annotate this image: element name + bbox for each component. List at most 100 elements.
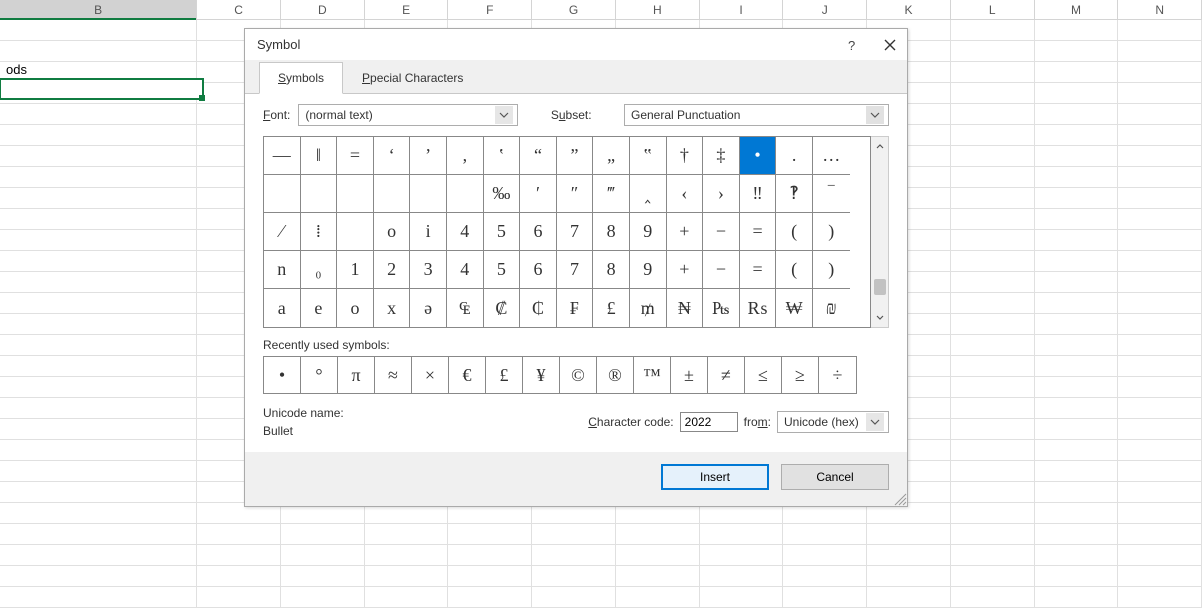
cell[interactable]: [0, 251, 197, 272]
cell[interactable]: [0, 377, 197, 398]
cell[interactable]: [1118, 377, 1202, 398]
cell[interactable]: [1035, 566, 1119, 587]
cell[interactable]: [1118, 230, 1202, 251]
column-header-k[interactable]: K: [867, 0, 951, 19]
help-icon[interactable]: ?: [845, 38, 859, 52]
cell[interactable]: [951, 230, 1035, 251]
cell[interactable]: [783, 587, 867, 608]
symbol-cell[interactable]: ₡: [484, 289, 521, 327]
cell[interactable]: [1035, 272, 1119, 293]
symbol-cell[interactable]: 5: [484, 251, 521, 289]
symbol-cell[interactable]: [264, 175, 301, 213]
cell[interactable]: [448, 566, 532, 587]
cell[interactable]: [281, 566, 365, 587]
cell[interactable]: [1118, 188, 1202, 209]
symbol-cell[interactable]: ―: [264, 137, 301, 175]
symbol-cell[interactable]: 7: [557, 251, 594, 289]
cell[interactable]: [1118, 83, 1202, 104]
cell[interactable]: [1035, 524, 1119, 545]
cell[interactable]: [783, 545, 867, 566]
cell[interactable]: [448, 587, 532, 608]
column-header-d[interactable]: D: [281, 0, 365, 19]
cell[interactable]: [1118, 440, 1202, 461]
cell[interactable]: [700, 587, 784, 608]
recent-symbol-cell[interactable]: π: [338, 357, 375, 393]
symbol-cell[interactable]: 4: [447, 213, 484, 251]
cell[interactable]: [365, 524, 449, 545]
symbol-cell[interactable]: ₀: [301, 251, 338, 289]
symbol-cell[interactable]: ₩: [776, 289, 813, 327]
cell[interactable]: [1035, 314, 1119, 335]
cell[interactable]: [0, 188, 197, 209]
symbol-cell[interactable]: ₨: [740, 289, 777, 327]
cell[interactable]: [1118, 587, 1202, 608]
column-header-b[interactable]: B: [0, 0, 197, 19]
cell[interactable]: [532, 524, 616, 545]
symbol-cell[interactable]: o: [337, 289, 374, 327]
charcode-input[interactable]: [680, 412, 738, 432]
symbol-cell[interactable]: ₪: [813, 289, 850, 327]
cell[interactable]: [0, 20, 197, 41]
cell[interactable]: [1118, 62, 1202, 83]
cell[interactable]: [0, 545, 197, 566]
cell[interactable]: [1035, 146, 1119, 167]
recent-symbol-cell[interactable]: £: [486, 357, 523, 393]
tab-special-characters[interactable]: Ppecial Characters: [343, 62, 482, 94]
symbol-cell[interactable]: ): [813, 251, 850, 289]
cell[interactable]: [951, 503, 1035, 524]
cell[interactable]: [1035, 482, 1119, 503]
cell[interactable]: [448, 524, 532, 545]
cell[interactable]: [1035, 461, 1119, 482]
cell[interactable]: [1035, 398, 1119, 419]
cell[interactable]: [532, 566, 616, 587]
symbol-cell[interactable]: ə: [410, 289, 447, 327]
symbol-cell[interactable]: ₧: [703, 289, 740, 327]
cell[interactable]: [0, 146, 197, 167]
symbol-cell[interactable]: 6: [520, 213, 557, 251]
cell[interactable]: [0, 41, 197, 62]
cell[interactable]: [1118, 167, 1202, 188]
symbol-cell[interactable]: [410, 175, 447, 213]
symbol-cell[interactable]: −: [703, 213, 740, 251]
cell[interactable]: [951, 188, 1035, 209]
cell[interactable]: [951, 62, 1035, 83]
cell[interactable]: [700, 524, 784, 545]
cell[interactable]: [700, 566, 784, 587]
symbol-cell[interactable]: †: [667, 137, 704, 175]
cell[interactable]: [951, 524, 1035, 545]
cell[interactable]: [1118, 209, 1202, 230]
symbol-cell[interactable]: ₣: [557, 289, 594, 327]
recent-symbol-cell[interactable]: ÷: [819, 357, 856, 393]
cell[interactable]: [1035, 293, 1119, 314]
symbol-cell[interactable]: ⁄: [264, 213, 301, 251]
symbol-cell[interactable]: 7: [557, 213, 594, 251]
cell[interactable]: [951, 566, 1035, 587]
cell[interactable]: [867, 524, 951, 545]
column-header-h[interactable]: H: [616, 0, 700, 19]
cell[interactable]: [1118, 356, 1202, 377]
cell[interactable]: [0, 503, 197, 524]
cell[interactable]: [1035, 251, 1119, 272]
symbol-cell[interactable]: •: [740, 137, 777, 175]
cell[interactable]: [0, 419, 197, 440]
cell[interactable]: [0, 335, 197, 356]
column-header-f[interactable]: F: [448, 0, 532, 19]
cell[interactable]: [1035, 230, 1119, 251]
cell[interactable]: [281, 545, 365, 566]
cell[interactable]: [0, 125, 197, 146]
column-header-i[interactable]: I: [700, 0, 784, 19]
recent-symbol-cell[interactable]: ¥: [523, 357, 560, 393]
symbol-cell[interactable]: =: [337, 137, 374, 175]
column-header-m[interactable]: M: [1035, 0, 1119, 19]
symbol-cell[interactable]: 4: [447, 251, 484, 289]
cell[interactable]: [0, 356, 197, 377]
symbol-cell[interactable]: ‡: [703, 137, 740, 175]
cell[interactable]: [0, 524, 197, 545]
symbol-cell[interactable]: =: [740, 251, 777, 289]
recent-symbol-cell[interactable]: •: [264, 357, 301, 393]
symbol-cell[interactable]: 3: [410, 251, 447, 289]
symbol-cell[interactable]: ‰: [484, 175, 521, 213]
subset-dropdown[interactable]: General Punctuation: [624, 104, 889, 126]
from-dropdown[interactable]: Unicode (hex): [777, 411, 889, 433]
cell[interactable]: [951, 356, 1035, 377]
